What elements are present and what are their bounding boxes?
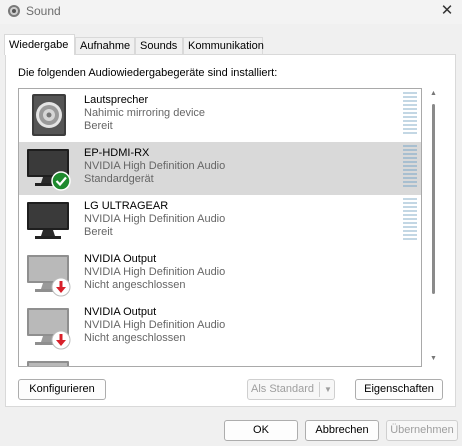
sound-app-icon [8, 5, 20, 17]
level-meter-icon [403, 145, 417, 187]
configure-button[interactable]: Konfigurieren [18, 379, 106, 400]
device-status: Standardgerät [84, 173, 154, 185]
device-status: Bereit [84, 226, 113, 238]
ok-button[interactable]: OK [224, 420, 298, 441]
device-name: NVIDIA Output [84, 306, 157, 318]
level-meter-icon [403, 198, 417, 240]
monitor-disconnected-icon [27, 255, 71, 297]
monitor-default-icon [27, 149, 71, 191]
dropdown-arrow-icon[interactable]: ▼ [324, 380, 332, 399]
device-name: LG ULTRAGEAR [84, 200, 169, 212]
monitor-disconnected-icon [27, 308, 71, 350]
properties-button[interactable]: Eigenschaften [355, 379, 443, 400]
device-driver: NVIDIA High Definition Audio [84, 213, 226, 225]
device-item-partial[interactable] [19, 354, 421, 366]
tab-aufnahme[interactable]: Aufnahme [75, 37, 135, 54]
cancel-button[interactable]: Abbrechen [305, 420, 379, 441]
device-driver: NVIDIA High Definition Audio [84, 160, 226, 172]
tab-wiedergabe[interactable]: Wiedergabe [4, 34, 75, 55]
speaker-icon [32, 94, 66, 136]
scroll-thumb[interactable] [432, 104, 435, 294]
device-name: Lautsprecher [84, 94, 149, 106]
set-default-label: Als Standard [251, 383, 314, 395]
instruction-text: Die folgenden Audiowiedergabegeräte sind… [18, 67, 278, 79]
scroll-up-arrow-icon[interactable]: ▲ [430, 90, 437, 97]
device-status: Nicht angeschlossen [84, 332, 186, 344]
scroll-down-arrow-icon[interactable]: ▼ [430, 355, 437, 362]
monitor-disconnected-icon [27, 361, 69, 366]
device-item-nvidia-output-1[interactable]: NVIDIA Output NVIDIA High Definition Aud… [19, 248, 421, 301]
monitor-icon [27, 202, 69, 239]
device-list-scrollbar[interactable]: ▲ ▼ [426, 88, 442, 367]
device-item-lg-ultragear[interactable]: LG ULTRAGEAR NVIDIA High Definition Audi… [19, 195, 421, 248]
device-item-nvidia-output-2[interactable]: NVIDIA Output NVIDIA High Definition Aud… [19, 301, 421, 354]
apply-button[interactable]: Übernehmen [386, 420, 458, 441]
device-item-lautsprecher[interactable]: Lautsprecher Nahimic mirroring device Be… [19, 89, 421, 142]
device-status: Nicht angeschlossen [84, 279, 186, 291]
device-name: EP-HDMI-RX [84, 147, 150, 159]
device-item-ep-hdmi-rx[interactable]: EP-HDMI-RX NVIDIA High Definition Audio … [19, 142, 421, 195]
device-status: Bereit [84, 120, 113, 132]
title-bar: Sound ✕ [0, 0, 462, 24]
tab-panel: Die folgenden Audiowiedergabegeräte sind… [5, 54, 456, 407]
device-driver: Nahimic mirroring device [84, 107, 206, 119]
level-meter-icon [403, 92, 417, 134]
split-divider [319, 382, 320, 397]
device-driver: NVIDIA High Definition Audio [84, 266, 226, 278]
tab-kommunikation[interactable]: Kommunikation [183, 37, 264, 54]
device-driver: NVIDIA High Definition Audio [84, 319, 226, 331]
window-title: Sound [26, 4, 61, 18]
device-name: NVIDIA Output [84, 253, 157, 265]
device-list[interactable]: Lautsprecher Nahimic mirroring device Be… [18, 88, 422, 367]
tab-sounds[interactable]: Sounds [135, 37, 183, 54]
set-default-split-button[interactable]: Als Standard ▼ [247, 379, 335, 400]
close-button[interactable]: ✕ [436, 1, 458, 21]
